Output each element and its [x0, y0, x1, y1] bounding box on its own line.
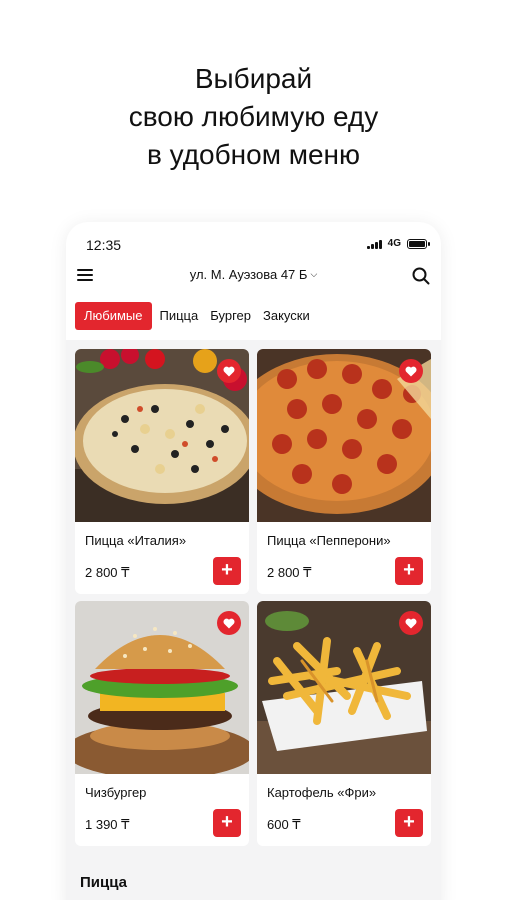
section-title: Пицца [80, 874, 127, 891]
promo-line-1: Выбирай [194, 63, 313, 94]
product-name: Картофель «Фри» [267, 785, 377, 800]
product-card[interactable]: Картофель «Фри» 600 ₸ + [257, 601, 431, 846]
product-price: 1 390 ₸ [85, 817, 130, 832]
address-selector[interactable]: ул. М. Ауэзова 47 Б ⌵ [66, 267, 441, 282]
tab-pizza[interactable]: Пицца [154, 302, 205, 330]
status-icons: 4G [367, 238, 430, 249]
favorite-heart-icon[interactable] [399, 359, 423, 383]
favorite-heart-icon[interactable] [217, 611, 241, 635]
tab-favorites[interactable]: Любимые [75, 302, 152, 330]
phone-screen: 12:35 4G ул. М. Ауэзова 47 Б ⌵ Любимые Пи… [66, 222, 441, 900]
add-to-cart-button[interactable]: + [395, 557, 423, 585]
product-name: Пицца «Пепперони» [267, 533, 391, 548]
search-icon[interactable] [412, 267, 430, 285]
favorite-heart-icon[interactable] [399, 611, 423, 635]
product-card[interactable]: Пицца «Пепперони» 2 800 ₸ + [257, 349, 431, 594]
product-price: 600 ₸ [267, 817, 301, 832]
promo-headline: Выбирай свою любимую еду в удобном меню [0, 60, 507, 174]
status-time: 12:35 [86, 237, 122, 253]
add-to-cart-button[interactable]: + [395, 809, 423, 837]
signal-icon [367, 239, 382, 249]
product-name: Чизбургер [85, 785, 147, 800]
promo-line-2: свою любимую еду [128, 101, 379, 132]
tab-burger[interactable]: Бургер [204, 302, 257, 330]
address-text: ул. М. Ауэзова 47 Б [189, 267, 308, 282]
add-to-cart-button[interactable]: + [213, 809, 241, 837]
network-type: 4G [387, 238, 401, 249]
tab-snacks[interactable]: Закуски [257, 302, 316, 330]
category-tabs: Любимые Пицца Бургер Закуски [75, 302, 316, 330]
product-name: Пицца «Италия» [85, 533, 187, 548]
product-price: 2 800 ₸ [85, 565, 130, 580]
chevron-down-icon: ⌵ [310, 269, 318, 279]
product-card[interactable]: Пицца «Италия» 2 800 ₸ + [75, 349, 249, 594]
favorite-heart-icon[interactable] [217, 359, 241, 383]
battery-icon [407, 238, 430, 249]
product-card[interactable]: Чизбургер 1 390 ₸ + [75, 601, 249, 846]
product-price: 2 800 ₸ [267, 565, 312, 580]
promo-line-3: в удобном меню [146, 139, 361, 170]
add-to-cart-button[interactable]: + [213, 557, 241, 585]
